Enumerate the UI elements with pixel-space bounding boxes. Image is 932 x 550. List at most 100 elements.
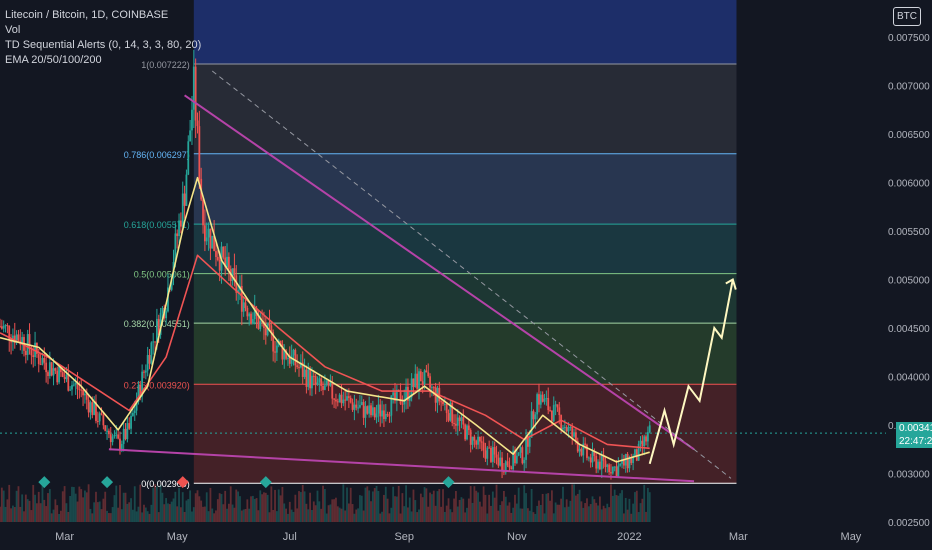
time-axis[interactable]: Mar May Jul Sep Nov 2022 Mar May bbox=[55, 531, 862, 543]
volume-bar bbox=[56, 505, 59, 522]
volume-bar bbox=[443, 511, 446, 522]
volume-bar bbox=[447, 498, 450, 522]
volume-bar bbox=[527, 508, 529, 522]
volume-bar bbox=[115, 485, 118, 522]
candle-body bbox=[464, 424, 467, 440]
price-axis[interactable]: 0.0025000.0030000.0035000.0040000.004500… bbox=[888, 33, 930, 529]
candle-body bbox=[355, 404, 358, 408]
volume-bar bbox=[429, 492, 431, 522]
candle-body bbox=[0, 326, 3, 329]
candle-body bbox=[128, 423, 131, 429]
candle-body bbox=[501, 457, 503, 471]
candle-body bbox=[453, 422, 455, 424]
candle-body bbox=[477, 436, 479, 445]
candle-body bbox=[554, 404, 557, 406]
volume-bar bbox=[562, 486, 564, 522]
volume-bar bbox=[13, 507, 16, 522]
volume-bar bbox=[410, 511, 413, 522]
volume-bar bbox=[187, 499, 190, 522]
volume-bar bbox=[606, 503, 609, 522]
volume-bar bbox=[60, 510, 62, 522]
volume-bar bbox=[161, 492, 164, 522]
volume-bar bbox=[139, 484, 142, 522]
volume-bar bbox=[648, 492, 651, 522]
volume-bar bbox=[200, 500, 203, 522]
volume-bar bbox=[143, 504, 145, 522]
volume-bar bbox=[449, 509, 452, 522]
td-sequential-label[interactable]: TD Sequential Alerts (0, 14, 3, 3, 80, 2… bbox=[5, 38, 201, 53]
volume-bar bbox=[477, 492, 479, 522]
volume-bar bbox=[80, 489, 83, 522]
volume-bar bbox=[565, 499, 568, 522]
volume-bar bbox=[50, 513, 53, 522]
volume-bar bbox=[179, 507, 182, 522]
candle-body bbox=[480, 441, 483, 443]
candle-body bbox=[104, 425, 107, 431]
volume-bar bbox=[639, 503, 642, 522]
fib-band bbox=[193, 153, 737, 225]
volume-bar bbox=[192, 507, 195, 522]
ema-indicator-label[interactable]: EMA 20/50/100/200 bbox=[5, 53, 201, 68]
fib-band bbox=[193, 273, 737, 324]
volume-bar bbox=[74, 493, 77, 522]
volume-bar bbox=[307, 509, 310, 522]
candle-body bbox=[353, 404, 356, 410]
candle-body bbox=[191, 109, 193, 131]
volume-bar bbox=[292, 511, 295, 522]
candle-body bbox=[287, 357, 289, 359]
volume-bar bbox=[521, 508, 524, 522]
volume-bar bbox=[539, 504, 542, 522]
currency-badge[interactable]: BTC bbox=[893, 7, 921, 26]
volume-bar bbox=[598, 496, 601, 522]
candle-body bbox=[17, 334, 20, 341]
candle-body bbox=[517, 452, 520, 456]
volume-bar bbox=[30, 510, 33, 522]
candle-body bbox=[331, 383, 334, 399]
candle-body bbox=[418, 371, 420, 389]
candle-body bbox=[412, 378, 415, 388]
volume-bar bbox=[383, 494, 385, 522]
volume-bar bbox=[576, 493, 579, 522]
volume-bar bbox=[501, 501, 503, 522]
candle-body bbox=[39, 364, 42, 366]
candle-body bbox=[179, 220, 182, 227]
volume-bar bbox=[218, 493, 221, 522]
candle-body bbox=[499, 457, 502, 466]
volume-bar bbox=[303, 491, 306, 522]
volume-bar bbox=[15, 490, 18, 522]
candle-body bbox=[37, 353, 40, 365]
candle-body bbox=[584, 443, 587, 445]
volume-bar bbox=[438, 489, 441, 522]
volume-bar bbox=[587, 506, 590, 522]
last-price-label: 0.003417 bbox=[896, 422, 932, 435]
candle-body bbox=[619, 463, 622, 466]
volume-bar bbox=[102, 498, 105, 522]
volume-bar bbox=[641, 498, 644, 522]
candle-body bbox=[340, 394, 343, 404]
candle-body bbox=[187, 141, 190, 175]
candle-body bbox=[338, 394, 341, 403]
volume-bar bbox=[551, 490, 553, 522]
volume-bar bbox=[270, 486, 273, 522]
candle-body bbox=[67, 374, 70, 391]
volume-bar bbox=[613, 489, 616, 522]
volume-bar bbox=[460, 497, 463, 522]
candle-body bbox=[528, 437, 531, 447]
volume-bar bbox=[41, 484, 44, 522]
candle-body bbox=[508, 465, 511, 468]
volume-bar bbox=[294, 494, 297, 522]
candle-body bbox=[84, 393, 86, 396]
volume-bar bbox=[394, 496, 396, 522]
y-tick-label: 0.006500 bbox=[888, 130, 930, 141]
volume-bar bbox=[646, 487, 649, 522]
volume-bar bbox=[525, 493, 527, 522]
volume-bar bbox=[484, 494, 487, 522]
volume-indicator-label[interactable]: Vol bbox=[5, 23, 201, 38]
symbol-title[interactable]: Litecoin / Bitcoin, 1D, COINBASE bbox=[5, 8, 201, 23]
volume-bar bbox=[586, 498, 588, 522]
candle-body bbox=[61, 372, 64, 378]
volume-bar bbox=[512, 507, 515, 522]
volume-bar bbox=[189, 490, 192, 522]
price-chart[interactable]: 1(0.007222)0.786(0.006297)0.618(0.005571… bbox=[0, 0, 932, 550]
volume-bar bbox=[637, 512, 640, 522]
